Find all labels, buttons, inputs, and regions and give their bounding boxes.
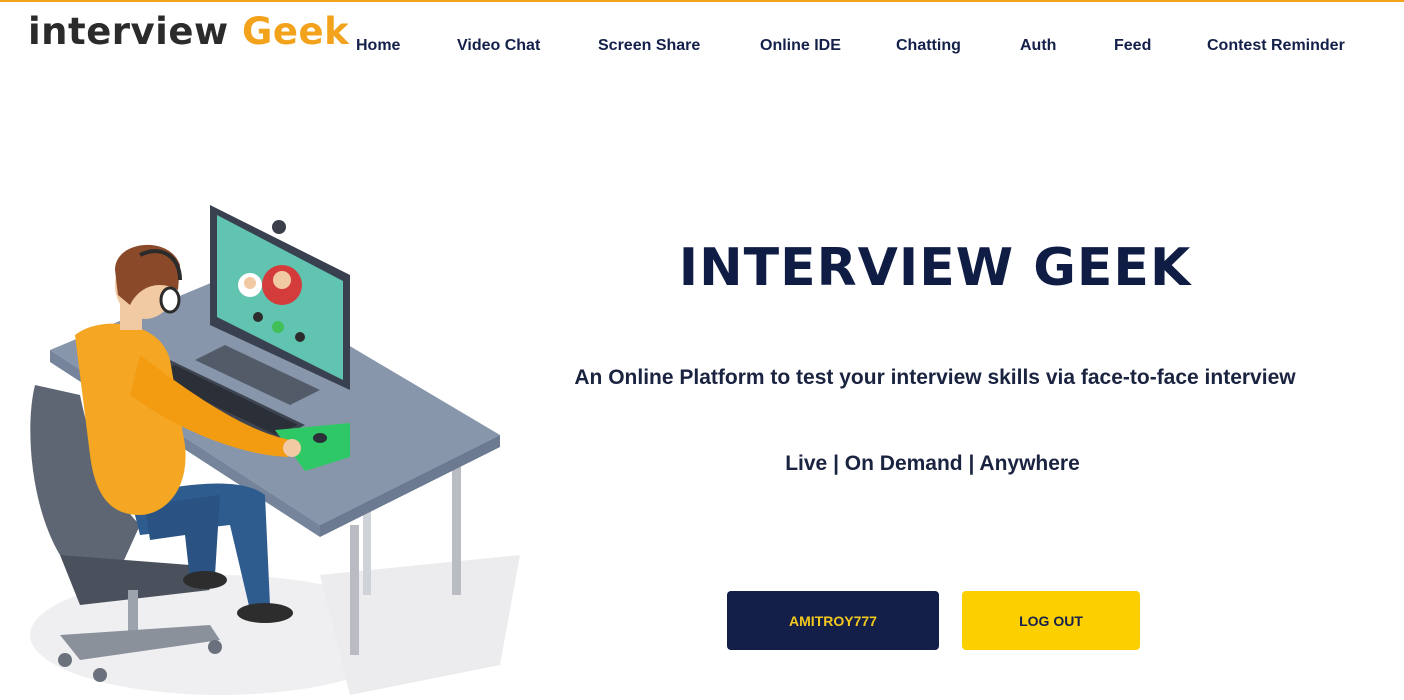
person-at-computer-illustration — [30, 205, 520, 695]
main-nav: Home Video Chat Screen Share Online IDE … — [0, 37, 1404, 61]
nav-item-chatting[interactable]: Chatting — [896, 37, 961, 55]
top-accent-line — [0, 0, 1404, 2]
hero-tagline: An Online Platform to test your intervie… — [574, 366, 1296, 389]
nav-item-contest-reminder[interactable]: Contest Reminder — [1207, 37, 1345, 55]
logout-button[interactable]: LOG OUT — [962, 591, 1140, 650]
hero-subline: Live | On Demand | Anywhere — [785, 452, 1080, 475]
username-button[interactable]: AMITROY777 — [727, 591, 939, 650]
hero-title: INTERVIEW GEEK — [678, 238, 1192, 298]
nav-item-screen-share[interactable]: Screen Share — [598, 37, 700, 55]
nav-item-video-chat[interactable]: Video Chat — [457, 37, 540, 55]
nav-item-online-ide[interactable]: Online IDE — [760, 37, 841, 55]
nav-item-auth[interactable]: Auth — [1020, 37, 1056, 55]
nav-item-feed[interactable]: Feed — [1114, 37, 1151, 55]
nav-item-home[interactable]: Home — [356, 37, 400, 55]
